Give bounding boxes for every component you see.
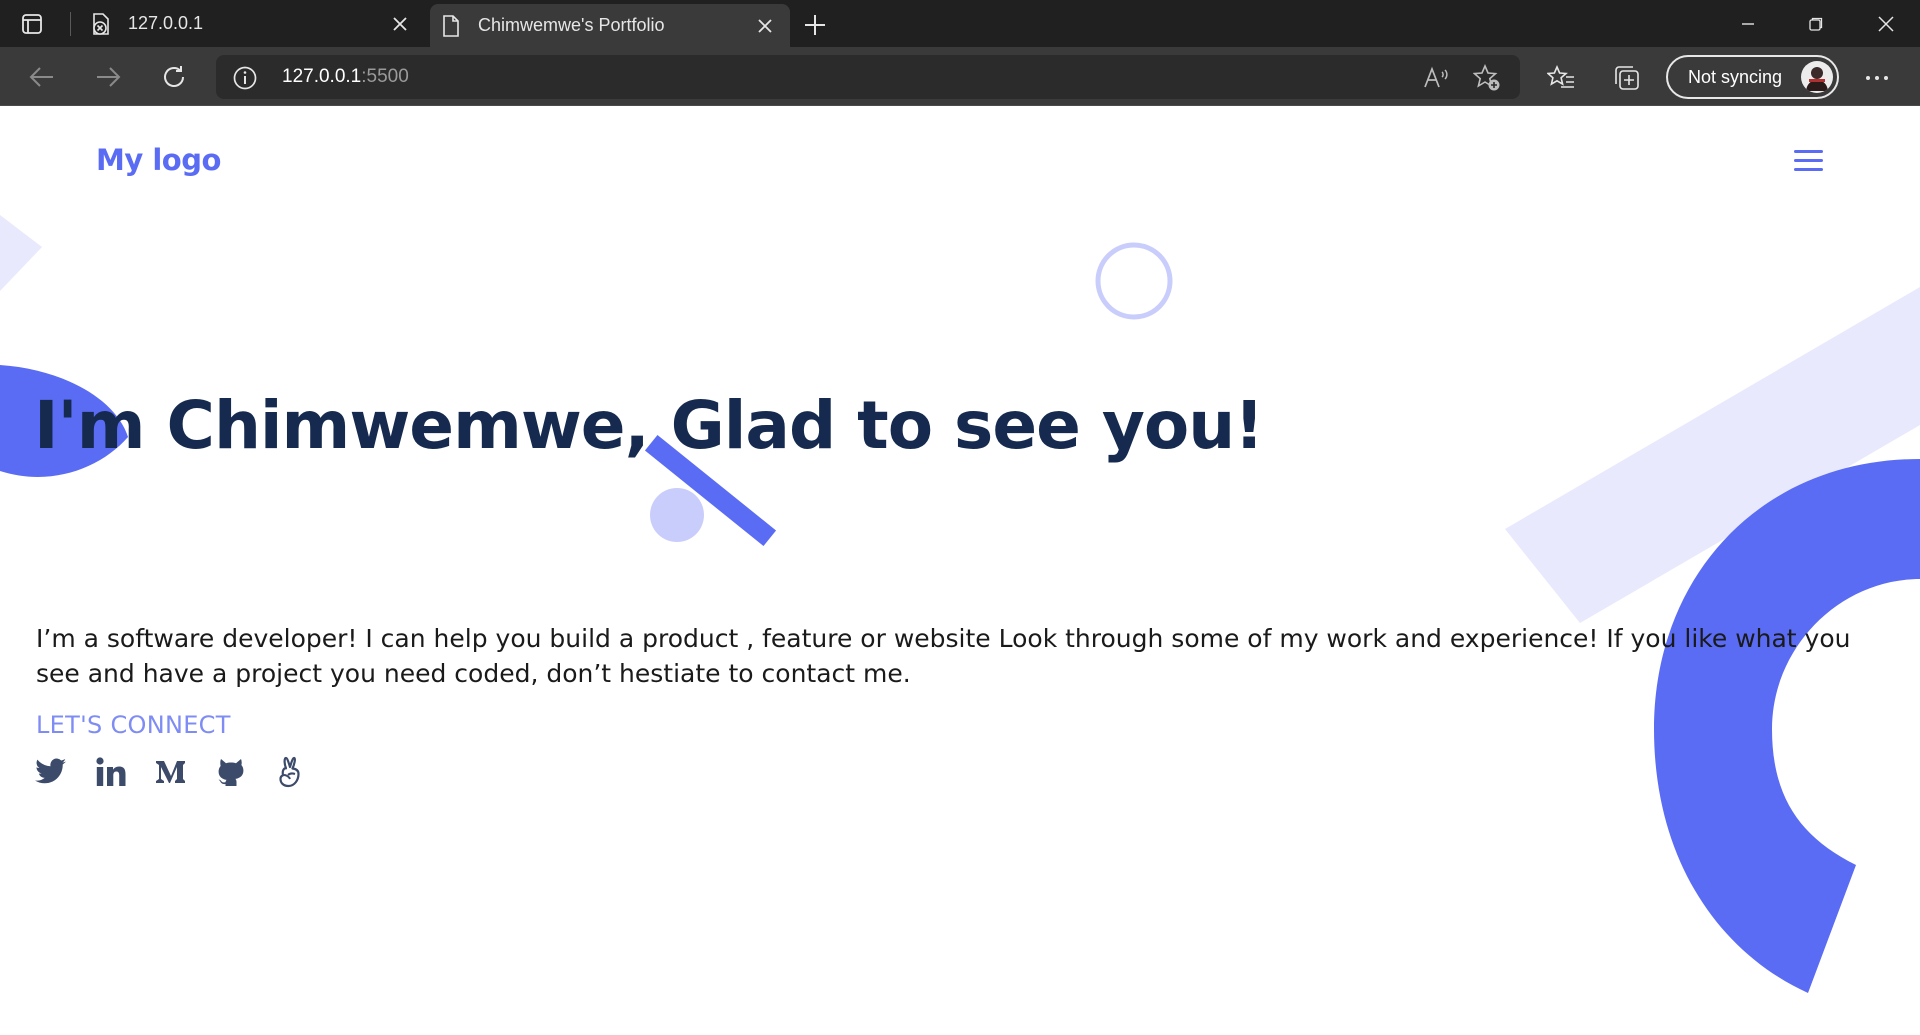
close-tab-icon[interactable]: [383, 7, 417, 41]
minimize-icon[interactable]: [1714, 0, 1782, 47]
page-error-icon: [88, 11, 114, 37]
tab-active[interactable]: Chimwemwe's Portfolio: [430, 4, 790, 47]
forward-icon[interactable]: [88, 57, 128, 97]
avatar: [1801, 61, 1833, 93]
deco-band: [1505, 287, 1920, 623]
favorites-icon[interactable]: [1544, 61, 1578, 95]
tab-title: 127.0.0.1: [128, 13, 204, 33]
profile-label: Not syncing: [1688, 66, 1783, 87]
browser-tab-strip: 127.0.0.1 Chimwemwe's Portfolio: [0, 0, 1920, 47]
tab-inactive[interactable]: 127.0.0.1: [80, 0, 425, 47]
tab-title: Chimwemwe's Portfolio: [478, 15, 665, 35]
hero-intro: I’m a software developer! I can help you…: [36, 624, 1851, 688]
close-window-icon[interactable]: [1852, 0, 1920, 47]
site-logo[interactable]: My logo: [96, 143, 221, 177]
new-tab-icon[interactable]: [798, 8, 832, 42]
address-bar[interactable]: 127.0.0.1:5500: [216, 55, 1520, 99]
decorative-shapes: [0, 215, 1920, 993]
portfolio-page: My logo I'm Chimwemwe, Glad to see you! …: [0, 107, 1920, 1035]
github-icon[interactable]: [214, 754, 248, 790]
url-port: :5500: [361, 66, 409, 87]
url-host: 127.0.0.1: [282, 66, 362, 87]
refresh-icon[interactable]: [154, 57, 194, 97]
deco-ring: [1095, 242, 1173, 320]
deco-dot: [650, 488, 704, 542]
browser-toolbar: 127.0.0.1:5500 Not syncing: [0, 47, 1920, 106]
back-icon[interactable]: [22, 57, 62, 97]
collections-icon[interactable]: [1610, 61, 1644, 95]
deco-arc: [1654, 459, 1920, 993]
more-options-icon[interactable]: [1860, 61, 1894, 95]
site-info-icon[interactable]: [232, 65, 258, 91]
address-url: 127.0.0.1:5500: [282, 66, 409, 88]
twitter-icon[interactable]: [34, 754, 68, 790]
tab-actions-icon[interactable]: [18, 11, 46, 37]
hero-headline: I'm Chimwemwe, Glad to see you!: [34, 387, 1264, 464]
read-aloud-icon[interactable]: [1421, 63, 1451, 93]
angellist-icon[interactable]: [274, 754, 308, 790]
social-links: [34, 754, 334, 790]
medium-icon[interactable]: [154, 754, 188, 790]
restore-icon[interactable]: [1782, 0, 1850, 47]
connect-heading: LET'S CONNECT: [36, 711, 231, 739]
add-favorite-icon[interactable]: [1472, 63, 1502, 93]
deco-triangle: [0, 215, 42, 291]
close-tab-icon[interactable]: [748, 9, 782, 43]
menu-icon[interactable]: [1794, 149, 1826, 173]
profile-button[interactable]: Not syncing: [1666, 55, 1839, 99]
page-icon: [438, 13, 464, 39]
linkedin-icon[interactable]: [94, 754, 128, 790]
tab-separator: [70, 12, 71, 36]
